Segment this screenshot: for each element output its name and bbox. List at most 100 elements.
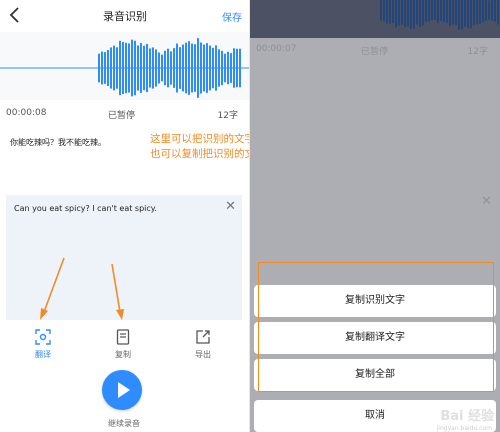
waveform-bar bbox=[398, 0, 400, 26]
copy-label: 复制 bbox=[115, 350, 131, 359]
export-button[interactable]: 导出 bbox=[178, 328, 228, 360]
waveform-bar bbox=[476, 0, 478, 25]
recording-state: 已暂停 bbox=[108, 111, 136, 121]
waveform-bar bbox=[404, 0, 406, 27]
waveform-bar bbox=[386, 0, 388, 24]
waveform-bar bbox=[161, 54, 163, 82]
waveform-bar bbox=[140, 43, 142, 93]
copy-all-button[interactable]: 复制全部 bbox=[254, 359, 496, 391]
waveform-bar bbox=[440, 0, 442, 22]
waveform-bar bbox=[452, 0, 454, 25]
recording-state: 已暂停 bbox=[361, 47, 389, 57]
waveform-bar bbox=[446, 0, 448, 24]
copy-icon bbox=[116, 329, 130, 345]
copy-translation-button[interactable]: 复制翻译文字 bbox=[254, 322, 496, 354]
waveform-bar bbox=[494, 0, 496, 22]
waveform-bar bbox=[200, 42, 202, 94]
recording-status: 00:00:07 已暂停 12字 bbox=[256, 44, 488, 58]
page-title: 录音识别 bbox=[103, 10, 147, 23]
recording-status: 00:00:08 已暂停 12字 bbox=[6, 108, 238, 122]
waveform-bar bbox=[152, 47, 154, 89]
waveform-bar bbox=[464, 0, 466, 27]
waveform-bar bbox=[395, 0, 397, 28]
waveform-bar bbox=[380, 0, 382, 21]
waveform-bar bbox=[158, 52, 160, 84]
save-button[interactable]: 保存 bbox=[222, 9, 242, 24]
waveform-bar bbox=[185, 42, 187, 94]
export-icon bbox=[196, 330, 210, 344]
continue-recording-button[interactable] bbox=[102, 370, 142, 410]
waveform-bar bbox=[491, 0, 493, 21]
waveform-bar bbox=[221, 50, 223, 86]
waveform-bar bbox=[497, 0, 499, 25]
annotation-arrows bbox=[40, 257, 124, 320]
waveform-bar bbox=[218, 49, 220, 87]
waveform-bar bbox=[236, 48, 238, 88]
elapsed-time: 00:00:08 bbox=[6, 108, 47, 118]
waveform-bar bbox=[173, 48, 175, 88]
waveform-bar bbox=[155, 49, 157, 87]
waveform-bar bbox=[230, 53, 232, 83]
elapsed-time: 00:00:07 bbox=[256, 44, 297, 54]
close-icon[interactable]: ✕ bbox=[225, 199, 236, 214]
recognized-text[interactable]: 能吃辣吗？薇辣。你知不知道我不喜欢吃辣。 bbox=[258, 71, 418, 82]
waveform-bar bbox=[488, 0, 490, 20]
waveform-bar bbox=[137, 45, 139, 91]
waveform-bar bbox=[176, 43, 178, 93]
waveform-bar bbox=[482, 0, 484, 23]
waveform-bar bbox=[443, 0, 445, 23]
waveform-bar bbox=[479, 0, 481, 24]
waveform-bar bbox=[188, 41, 190, 95]
waveform-bar bbox=[167, 48, 169, 88]
waveform-bar bbox=[461, 0, 463, 30]
waveform-bar bbox=[383, 0, 385, 22]
waveform-bar bbox=[194, 44, 196, 92]
waveform-bar bbox=[182, 44, 184, 92]
translation-text[interactable]: Can you eat spicy? I can't eat spicy. bbox=[14, 204, 157, 213]
waveform-bar bbox=[128, 43, 130, 93]
waveform bbox=[250, 0, 500, 38]
char-count: 12字 bbox=[467, 47, 488, 57]
waveform-bar bbox=[125, 42, 127, 94]
waveform-bar bbox=[197, 38, 199, 98]
waveform-bar bbox=[209, 45, 211, 91]
waveform-bar bbox=[146, 43, 148, 93]
waveform-bar bbox=[416, 0, 418, 25]
char-count: 12字 bbox=[217, 111, 238, 121]
copy-button[interactable]: 复制 bbox=[98, 328, 148, 360]
waveform-bar bbox=[455, 0, 457, 26]
waveform-bar bbox=[227, 51, 229, 85]
waveform-bar bbox=[179, 47, 181, 89]
annotation-note: 这里可以把识别的文字翻译成英文 也可以复制把识别的文字复制出来 bbox=[150, 132, 250, 162]
translation-text[interactable]: Can you eat spicy? Weila. Do you know I … bbox=[264, 200, 492, 222]
waveform-bar bbox=[233, 48, 235, 88]
waveform-bar bbox=[119, 40, 121, 96]
waveform-bar bbox=[215, 45, 217, 91]
continue-recording-label: 继续录音 bbox=[108, 419, 140, 428]
waveform-bar bbox=[143, 45, 145, 91]
translate-icon bbox=[35, 329, 51, 345]
watermark-url: jingyan.baidu.com bbox=[436, 425, 492, 432]
waveform-bar bbox=[113, 45, 115, 91]
waveform-bar bbox=[98, 53, 100, 83]
translate-button[interactable]: 翻译 bbox=[18, 328, 68, 360]
waveform-bar bbox=[101, 51, 103, 85]
waveform-bar bbox=[203, 44, 205, 92]
waveform-bar bbox=[425, 0, 427, 22]
translate-label: 翻译 bbox=[35, 350, 51, 359]
waveform-bar bbox=[419, 0, 421, 27]
waveform-bar bbox=[149, 48, 151, 88]
waveform-bar bbox=[110, 47, 112, 89]
waveform-bar bbox=[437, 0, 439, 23]
waveform-bar bbox=[449, 0, 451, 26]
export-label: 导出 bbox=[195, 350, 211, 359]
waveform-bar bbox=[224, 53, 226, 83]
waveform-bar bbox=[467, 0, 469, 29]
waveform-bar bbox=[401, 0, 403, 25]
waveform-bar bbox=[134, 40, 136, 96]
waveform-bar bbox=[473, 0, 475, 26]
toolbar: 翻译 复制 导出 bbox=[0, 322, 250, 366]
annotation-line: 这里可以把识别的文字翻译成英文 bbox=[150, 133, 250, 145]
waveform-bar bbox=[458, 0, 460, 30]
copy-recognized-button[interactable]: 复制识别文字 bbox=[254, 285, 496, 317]
